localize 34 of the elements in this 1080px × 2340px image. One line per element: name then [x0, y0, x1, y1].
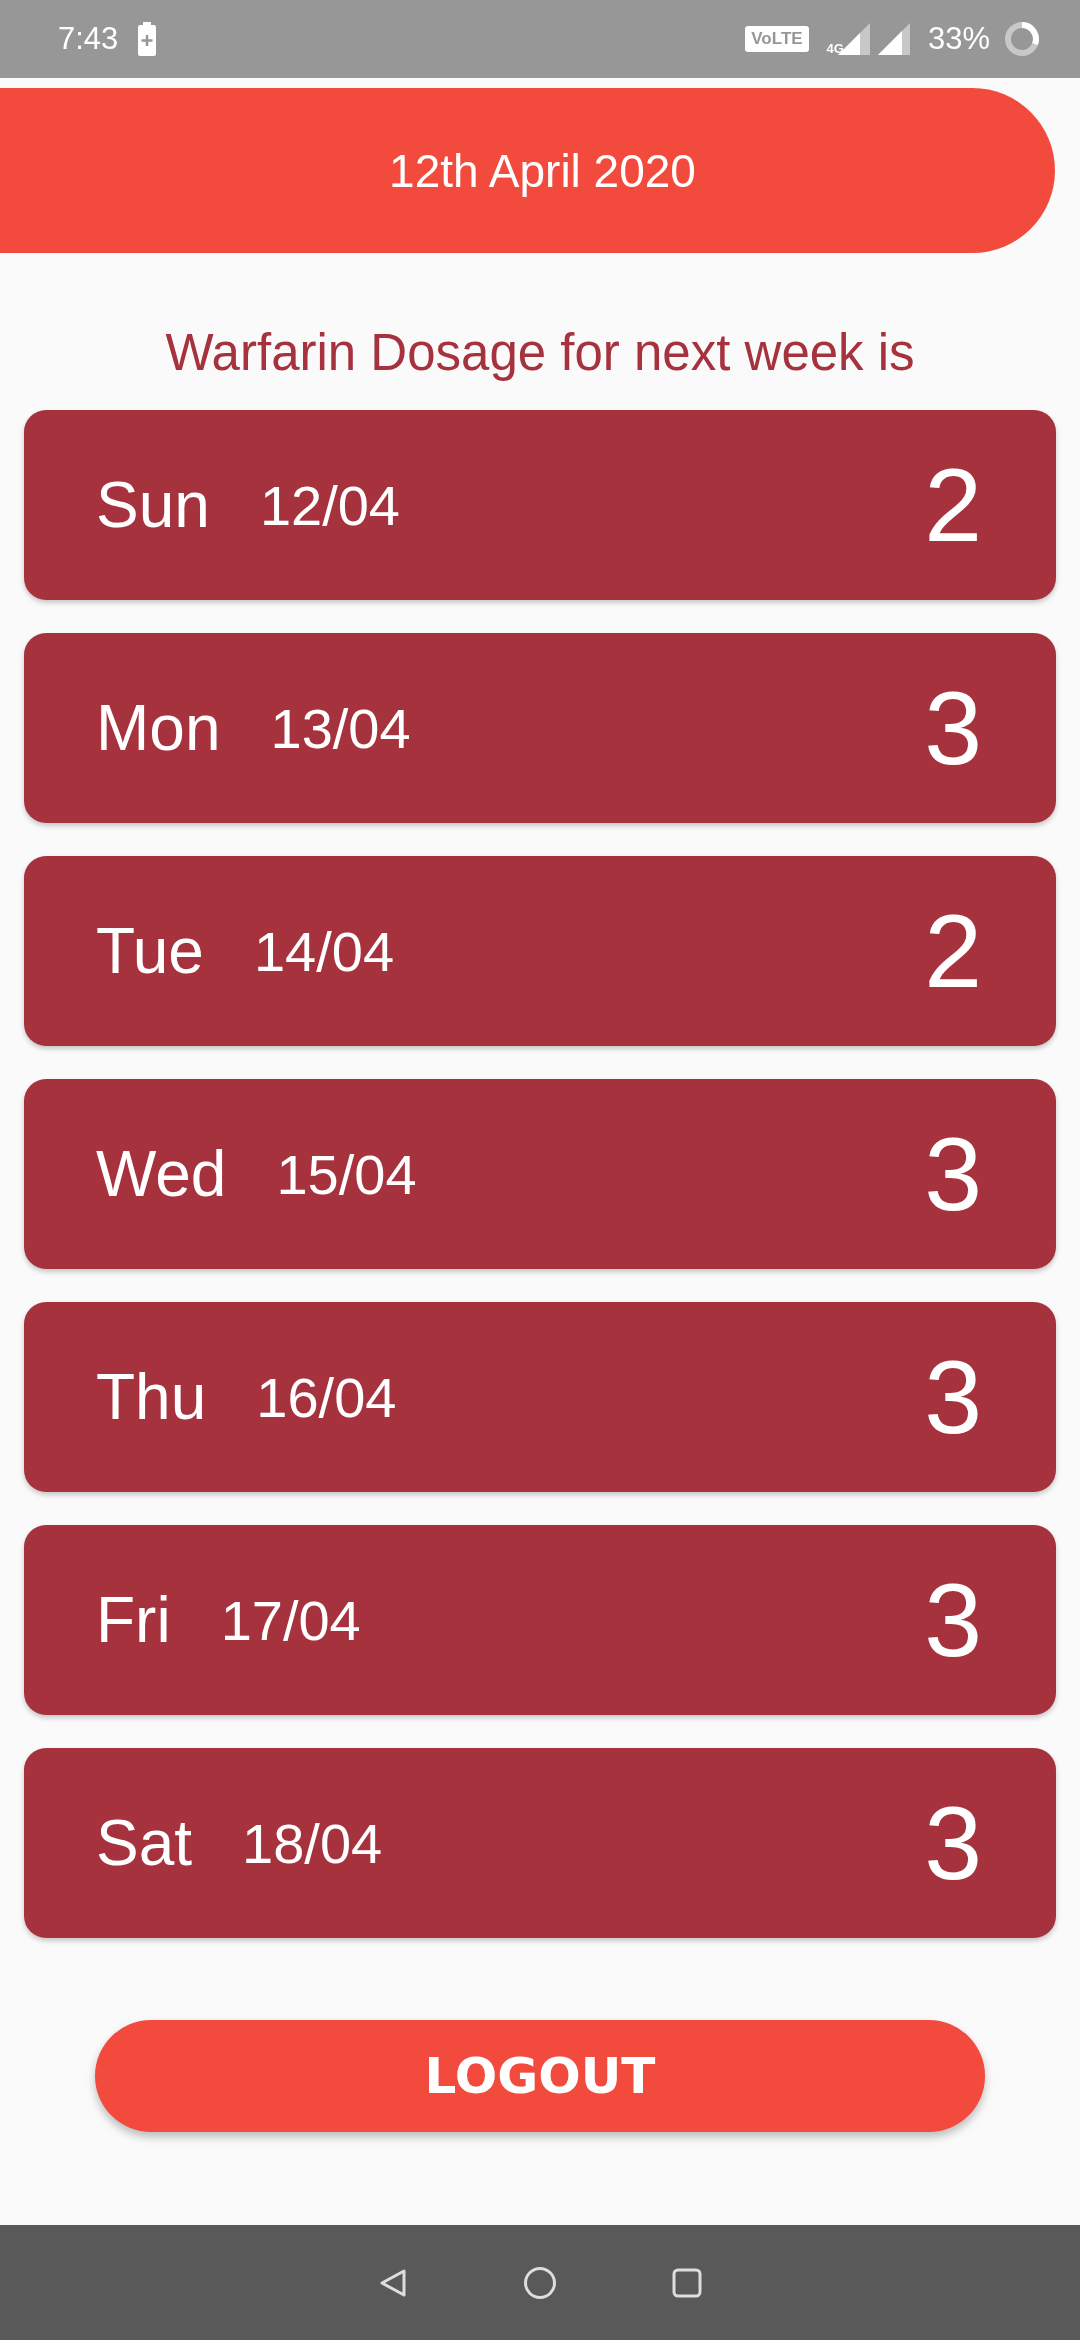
- clock: 7:43: [58, 21, 119, 57]
- back-icon[interactable]: [378, 2267, 408, 2298]
- home-icon[interactable]: [523, 2265, 557, 2300]
- dose-value: 3: [924, 668, 982, 788]
- day-date: 15/04: [276, 1141, 417, 1207]
- day-date: 12/04: [259, 472, 400, 538]
- day-name: Fri: [96, 1583, 171, 1657]
- network-type: 4G: [826, 41, 844, 56]
- recents-icon[interactable]: [672, 2267, 702, 2298]
- date-title: 12th April 2020: [388, 143, 696, 198]
- day-name: Thu: [96, 1360, 207, 1434]
- dose-value: 3: [924, 1114, 982, 1234]
- heading: Warfarin Dosage for next week is: [164, 323, 916, 382]
- day-date: 14/04: [253, 918, 395, 984]
- day-name: Sun: [96, 468, 210, 542]
- dose-value: 3: [924, 1783, 982, 1903]
- volte-badge: VoLTE: [745, 26, 809, 52]
- day-date: 18/04: [242, 1810, 383, 1876]
- dose-value: 2: [924, 891, 982, 1011]
- dose-value: 3: [924, 1560, 982, 1680]
- day-name: Mon: [96, 691, 221, 765]
- dose-value: 2: [924, 445, 982, 565]
- day-name: Tue: [96, 914, 204, 988]
- logout-button[interactable]: LOGOUT: [95, 2020, 985, 2132]
- signal-icon: [877, 23, 910, 55]
- dose-value: 3: [924, 1337, 982, 1457]
- day-date: 13/04: [270, 695, 411, 761]
- battery-charging-icon: [138, 22, 157, 56]
- battery-percentage: 33%: [927, 21, 990, 57]
- day-date: 16/04: [256, 1364, 397, 1430]
- day-name: Sat: [96, 1806, 193, 1880]
- battery-ring-icon: [1004, 21, 1040, 57]
- day-name: Wed: [96, 1137, 227, 1211]
- day-date: 17/04: [220, 1587, 361, 1653]
